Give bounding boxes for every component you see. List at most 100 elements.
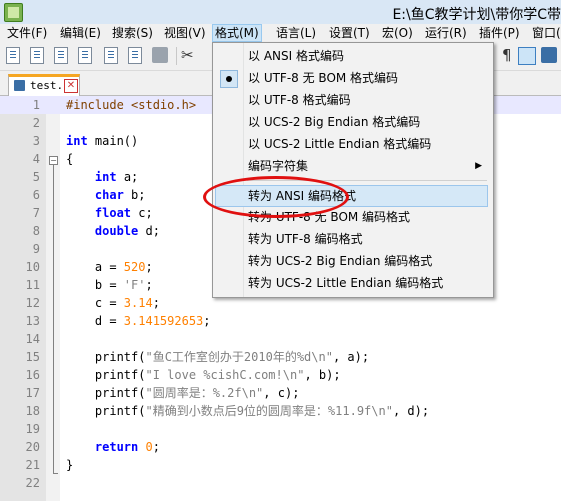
new-file-icon[interactable] [6, 47, 20, 64]
code-text: double d; [94, 224, 160, 238]
code-text: b = 'F'; [66, 278, 153, 292]
file-icon [14, 80, 25, 91]
line-number: 22 [25, 476, 40, 490]
line-number: 11 [25, 278, 40, 292]
line-number: 14 [25, 332, 40, 346]
line-number: 16 [25, 368, 40, 382]
line-number: 18 [25, 404, 40, 418]
code-line[interactable]: 17 printf("圆周率是：%.2f\n", c); [0, 384, 561, 402]
menu-item-label: 转为 UTF-8 编码格式 [248, 232, 363, 246]
line-number: 5 [32, 170, 40, 184]
menu-item-convert-utf8[interactable]: 转为 UTF-8 编码格式 [214, 229, 490, 249]
code-line[interactable]: 20 return 0; [0, 438, 561, 456]
code-line[interactable]: 15 printf("鱼C工作室创办于2010年的%d\n", a); [0, 348, 561, 366]
menu-item-label: 以 UCS-2 Little Endian 格式编码 [248, 137, 432, 151]
menu-macro[interactable]: 宏(O) [380, 25, 415, 41]
code-text: printf("鱼C工作室创办于2010年的%d\n", a); [66, 350, 370, 364]
code-text: { [66, 152, 74, 166]
menu-edit[interactable]: 编辑(E) [58, 25, 103, 41]
line-number: 4 [32, 152, 40, 166]
open-file-icon[interactable] [30, 47, 44, 64]
code-text: printf("精确到小数点后9位的圆周率是：%11.9f\n", d); [66, 404, 430, 418]
code-text: int a; [94, 170, 139, 184]
cut-icon[interactable]: ✂ [181, 46, 194, 64]
code-line[interactable]: 13 d = 3.141592653; [0, 312, 561, 330]
menu-format[interactable]: 格式(M) [212, 24, 262, 42]
paragraph-icon[interactable]: ¶ [502, 46, 512, 64]
word-wrap-icon[interactable] [518, 47, 536, 65]
fold-toggle-icon[interactable]: − [49, 156, 58, 165]
title-bar: E:\鱼C教学计划\带你学C带 [0, 0, 561, 24]
line-number: 8 [32, 224, 40, 238]
menu-item-charset[interactable]: 编码字符集 ▶ [214, 156, 490, 176]
menu-search[interactable]: 搜索(S) [110, 25, 155, 41]
fold-guide [53, 165, 54, 473]
line-number: 2 [32, 116, 40, 130]
code-line[interactable]: 19 [0, 420, 561, 438]
menu-view[interactable]: 视图(V) [162, 25, 208, 41]
code-line[interactable]: 18 printf("精确到小数点后9位的圆周率是：%11.9f\n", d); [0, 402, 561, 420]
tab-label: test. [30, 79, 64, 92]
tab-close-icon[interactable]: ✕ [64, 79, 78, 93]
radio-check-icon [220, 70, 238, 88]
menu-item-label: 以 ANSI 格式编码 [248, 49, 344, 63]
menu-item-label: 转为 UCS-2 Big Endian 编码格式 [248, 254, 433, 268]
code-text: float c; [94, 206, 153, 220]
submenu-arrow-icon: ▶ [475, 161, 482, 171]
save-icon[interactable] [54, 47, 68, 64]
fold-end-marker [53, 473, 58, 474]
code-text: return 0; [94, 440, 160, 454]
line-number: 12 [25, 296, 40, 310]
menu-file[interactable]: 文件(F) [5, 25, 49, 41]
line-number: 17 [25, 386, 40, 400]
menu-item-convert-ucs2-le[interactable]: 转为 UCS-2 Little Endian 编码格式 [214, 273, 490, 293]
notepad-plus-plus-icon[interactable] [4, 3, 23, 22]
menu-window[interactable]: 窗口( [530, 25, 561, 41]
line-number: 9 [32, 242, 40, 256]
menu-item-encode-utf8[interactable]: 以 UTF-8 格式编码 [214, 90, 490, 110]
code-text: #include <stdio.h> [66, 98, 197, 112]
toolbar-separator [176, 47, 177, 65]
annotation-circle [203, 176, 349, 218]
window-title: E:\鱼C教学计划\带你学C带 [392, 7, 561, 23]
code-line[interactable]: 14 [0, 330, 561, 348]
menu-run[interactable]: 运行(R) [423, 25, 469, 41]
close-all-icon[interactable] [128, 47, 142, 64]
code-text: d = 3.141592653; [66, 314, 211, 328]
print-icon[interactable] [152, 47, 168, 63]
document-map-icon[interactable] [541, 47, 557, 63]
save-all-icon[interactable] [78, 47, 92, 64]
menu-item-label: 以 UCS-2 Big Endian 格式编码 [248, 115, 421, 129]
menu-settings[interactable]: 设置(T) [327, 25, 372, 41]
line-number: 3 [32, 134, 40, 148]
code-line[interactable]: 22 [0, 474, 561, 492]
line-number: 20 [25, 440, 40, 454]
code-text: int main() [66, 134, 139, 148]
menu-item-encode-ucs2-be[interactable]: 以 UCS-2 Big Endian 格式编码 [214, 112, 490, 132]
menu-item-convert-ucs2-be[interactable]: 转为 UCS-2 Big Endian 编码格式 [214, 251, 490, 271]
line-number: 19 [25, 422, 40, 436]
menu-item-encode-ansi[interactable]: 以 ANSI 格式编码 [214, 46, 490, 66]
code-line[interactable]: 21} [0, 456, 561, 474]
code-text: c = 3.14; [66, 296, 160, 310]
close-icon[interactable] [104, 47, 118, 64]
line-number: 1 [32, 98, 40, 112]
menu-item-encode-utf8-no-bom[interactable]: 以 UTF-8 无 BOM 格式编码 [214, 68, 490, 88]
code-text: printf("圆周率是：%.2f\n", c); [66, 386, 300, 400]
code-line[interactable]: 16 printf("I love %cishC.com!\n", b); [0, 366, 561, 384]
line-number: 21 [25, 458, 40, 472]
line-number: 15 [25, 350, 40, 364]
menu-item-label: 编码字符集 [248, 159, 309, 173]
menu-bar: 文件(F) 编辑(E) 搜索(S) 视图(V) 格式(M) 语言(L) 设置(T… [0, 24, 561, 42]
menu-item-encode-ucs2-le[interactable]: 以 UCS-2 Little Endian 格式编码 [214, 134, 490, 154]
menu-item-label: 以 UTF-8 格式编码 [248, 93, 351, 107]
menu-language[interactable]: 语言(L) [274, 25, 318, 41]
code-text: printf("I love %cishC.com!\n", b); [66, 368, 341, 382]
menu-plugins[interactable]: 插件(P) [477, 25, 522, 41]
line-number: 10 [25, 260, 40, 274]
code-text: } [66, 458, 74, 472]
tab-test[interactable]: test. ✕ [8, 74, 80, 97]
code-text: char b; [94, 188, 146, 202]
line-number: 7 [32, 206, 40, 220]
code-text: a = 520; [66, 260, 153, 274]
